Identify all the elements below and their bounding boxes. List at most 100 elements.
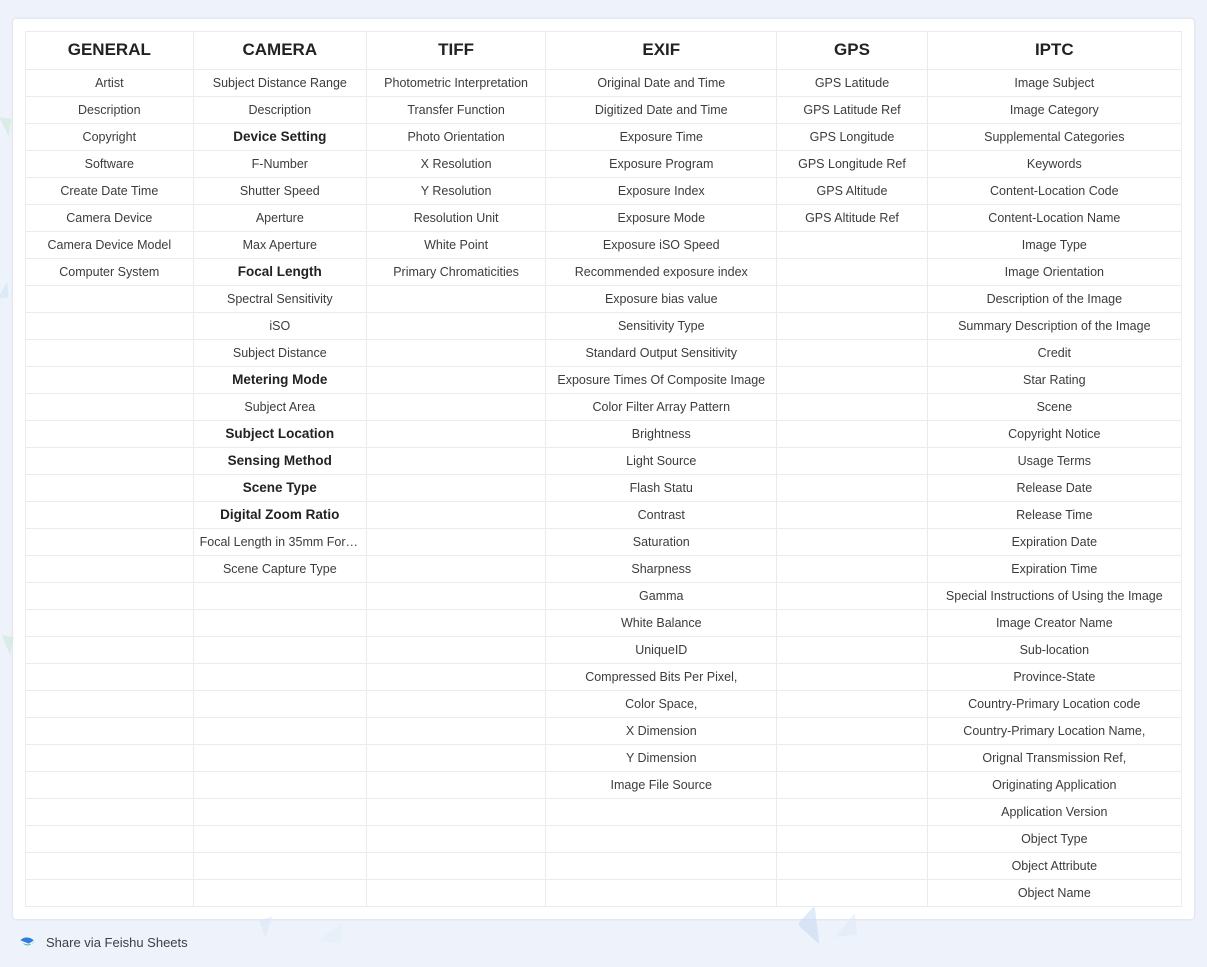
cell-tiff <box>367 745 546 772</box>
cell-iptc: Credit <box>927 340 1181 367</box>
cell-tiff <box>367 313 546 340</box>
cell-camera <box>193 691 366 718</box>
cell-iptc: Content-Location Name <box>927 205 1181 232</box>
cell-general: Copyright <box>26 124 194 151</box>
cell-iptc: Image Subject <box>927 70 1181 97</box>
table-row: Create Date TimeShutter SpeedY Resolutio… <box>26 178 1182 205</box>
cell-gps <box>777 367 927 394</box>
cell-exif: Sensitivity Type <box>546 313 777 340</box>
cell-tiff <box>367 448 546 475</box>
cell-gps <box>777 745 927 772</box>
cell-general <box>26 583 194 610</box>
cell-tiff <box>367 502 546 529</box>
cell-exif: Color Space, <box>546 691 777 718</box>
cell-general <box>26 610 194 637</box>
cell-camera <box>193 745 366 772</box>
cell-general <box>26 637 194 664</box>
cell-camera: Focal Length <box>193 259 366 286</box>
table-row: Subject DistanceStandard Output Sensitiv… <box>26 340 1182 367</box>
cell-iptc: Release Date <box>927 475 1181 502</box>
cell-tiff <box>367 826 546 853</box>
cell-gps <box>777 583 927 610</box>
cell-exif: Contrast <box>546 502 777 529</box>
bg-decoration <box>0 282 8 298</box>
table-row: Spectral SensitivityExposure bias valueD… <box>26 286 1182 313</box>
cell-exif: X Dimension <box>546 718 777 745</box>
cell-camera: Subject Distance Range <box>193 70 366 97</box>
cell-iptc: Content-Location Code <box>927 178 1181 205</box>
cell-exif: Image File Source <box>546 772 777 799</box>
cell-tiff <box>367 610 546 637</box>
cell-gps <box>777 772 927 799</box>
col-header-gps: GPS <box>777 32 927 70</box>
cell-tiff <box>367 880 546 907</box>
cell-iptc: Description of the Image <box>927 286 1181 313</box>
table-row: iSOSensitivity TypeSummary Description o… <box>26 313 1182 340</box>
cell-gps <box>777 853 927 880</box>
cell-exif: Recommended exposure index <box>546 259 777 286</box>
cell-iptc: Image Type <box>927 232 1181 259</box>
cell-camera: Subject Distance <box>193 340 366 367</box>
cell-iptc: Country-Primary Location code <box>927 691 1181 718</box>
table-row: Camera Device ModelMax ApertureWhite Poi… <box>26 232 1182 259</box>
cell-general <box>26 880 194 907</box>
cell-iptc: Supplemental Categories <box>927 124 1181 151</box>
cell-general <box>26 286 194 313</box>
table-row: Computer SystemFocal LengthPrimary Chrom… <box>26 259 1182 286</box>
cell-tiff <box>367 772 546 799</box>
table-row: DescriptionDescriptionTransfer FunctionD… <box>26 97 1182 124</box>
cell-iptc: Orignal Transmission Ref, <box>927 745 1181 772</box>
share-bar[interactable]: Share via Feishu Sheets <box>12 920 1195 956</box>
table-body: ArtistSubject Distance RangePhotometric … <box>26 70 1182 907</box>
cell-general: Description <box>26 97 194 124</box>
cell-tiff: Photo Orientation <box>367 124 546 151</box>
table-row: Focal Length in 35mm FormatSaturationExp… <box>26 529 1182 556</box>
cell-iptc: Expiration Time <box>927 556 1181 583</box>
cell-iptc: Originating Application <box>927 772 1181 799</box>
cell-gps <box>777 259 927 286</box>
cell-general <box>26 421 194 448</box>
cell-camera <box>193 826 366 853</box>
cell-iptc: Image Creator Name <box>927 610 1181 637</box>
bg-decoration <box>0 636 12 654</box>
cell-general: Software <box>26 151 194 178</box>
table-row: Object Attribute <box>26 853 1182 880</box>
cell-tiff: Transfer Function <box>367 97 546 124</box>
share-label: Share via Feishu Sheets <box>46 935 188 950</box>
cell-general <box>26 718 194 745</box>
cell-exif <box>546 853 777 880</box>
cell-camera <box>193 799 366 826</box>
cell-exif: Exposure Program <box>546 151 777 178</box>
cell-iptc: Summary Description of the Image <box>927 313 1181 340</box>
table-row: Color Space, Country-Primary Location cod… <box>26 691 1182 718</box>
bg-decoration <box>0 118 10 136</box>
table-row: Subject AreaColor Filter Array PatternSc… <box>26 394 1182 421</box>
cell-general <box>26 475 194 502</box>
cell-camera: Max Aperture <box>193 232 366 259</box>
cell-camera: Device Setting <box>193 124 366 151</box>
cell-tiff <box>367 583 546 610</box>
cell-exif: Exposure Mode <box>546 205 777 232</box>
cell-tiff <box>367 637 546 664</box>
cell-camera <box>193 718 366 745</box>
table-row: Metering ModeExposure Times Of Composite… <box>26 367 1182 394</box>
cell-camera <box>193 853 366 880</box>
cell-tiff <box>367 799 546 826</box>
cell-iptc: Object Name <box>927 880 1181 907</box>
cell-exif: UniqueID <box>546 637 777 664</box>
cell-general <box>26 772 194 799</box>
cell-iptc: Country-Primary Location Name, <box>927 718 1181 745</box>
cell-tiff: Photometric Interpretation <box>367 70 546 97</box>
cell-exif <box>546 799 777 826</box>
col-header-exif: EXIF <box>546 32 777 70</box>
cell-general <box>26 853 194 880</box>
cell-camera: Spectral Sensitivity <box>193 286 366 313</box>
cell-camera: Scene Capture Type <box>193 556 366 583</box>
cell-general <box>26 556 194 583</box>
table-row: Object Name <box>26 880 1182 907</box>
cell-gps: GPS Latitude <box>777 70 927 97</box>
table-row: Object Type <box>26 826 1182 853</box>
cell-exif <box>546 880 777 907</box>
cell-camera: Description <box>193 97 366 124</box>
cell-general <box>26 313 194 340</box>
